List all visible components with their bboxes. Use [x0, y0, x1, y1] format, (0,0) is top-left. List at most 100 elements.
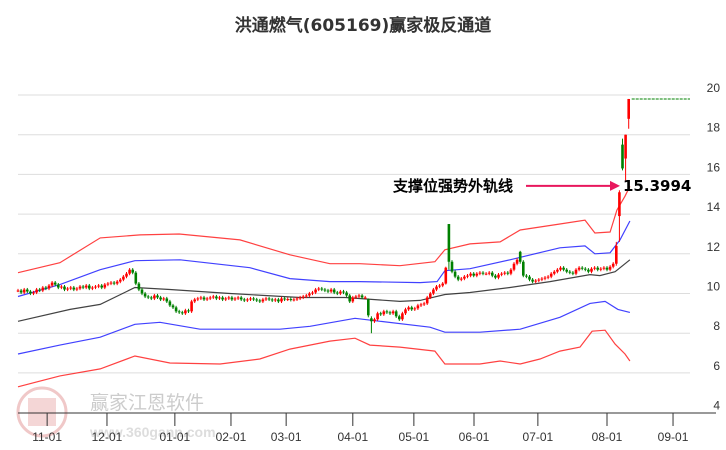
candle-body	[19, 290, 23, 293]
candle	[487, 271, 491, 276]
x-tick-label: 03-01	[271, 430, 302, 444]
candle	[255, 297, 258, 303]
candle	[370, 316, 373, 334]
candle-body	[208, 297, 212, 299]
candle	[608, 265, 612, 272]
candle-body	[199, 297, 203, 299]
candle	[522, 260, 525, 278]
candle-body	[453, 271, 457, 277]
candle-body	[168, 301, 172, 306]
candle-body	[128, 269, 131, 274]
candle	[407, 305, 410, 311]
candle-body	[494, 275, 497, 278]
candle-body	[264, 298, 268, 300]
candle	[88, 283, 91, 291]
candle	[246, 297, 249, 303]
candle-body	[274, 299, 277, 301]
annotation-label: 支撑位强势外轨线	[392, 177, 513, 195]
candle-body	[385, 311, 389, 313]
candle-body	[549, 273, 553, 277]
candle-body	[394, 311, 398, 317]
candle-body	[320, 288, 324, 290]
candle-body	[621, 144, 624, 169]
candle-body	[618, 192, 621, 217]
candle	[367, 298, 370, 318]
candle	[596, 266, 599, 272]
candle-body	[159, 297, 162, 300]
candle	[122, 275, 125, 282]
candle-body	[286, 299, 289, 301]
candle	[388, 310, 392, 315]
candle-body	[177, 311, 181, 313]
candle	[146, 294, 150, 300]
candle-body	[84, 285, 88, 288]
candle-body	[205, 298, 209, 300]
candle-body	[314, 289, 317, 293]
candle	[317, 286, 320, 292]
candle-body	[432, 289, 435, 294]
candle	[593, 266, 596, 271]
candle	[509, 268, 513, 276]
candle	[159, 295, 162, 302]
y-tick-label: 16	[707, 160, 721, 174]
candle	[339, 289, 342, 296]
candle	[301, 294, 305, 300]
candle-body	[174, 307, 178, 312]
candle	[72, 285, 76, 292]
candle-body	[497, 274, 500, 278]
candle-body	[336, 292, 339, 294]
candle	[584, 267, 587, 272]
candle	[611, 262, 615, 269]
candle-body	[580, 267, 584, 269]
y-axis: 4 6 8 10 12 14 16 18 20	[707, 81, 721, 413]
annotation-value: 15.3994	[623, 177, 691, 195]
candle-body	[370, 318, 373, 322]
candle-body	[75, 288, 79, 290]
candle-body	[215, 296, 218, 299]
y-tick-label: 4	[713, 399, 720, 413]
candle-body	[143, 293, 147, 297]
chart-title: 洪通燃气(605169)赢家极反通道	[235, 15, 492, 36]
candle-body	[608, 266, 612, 270]
candle-body	[230, 297, 234, 300]
candle	[289, 297, 293, 302]
candle	[230, 295, 234, 302]
candle	[298, 295, 302, 301]
candle-body	[301, 296, 305, 298]
candle-body	[444, 267, 448, 284]
candle-body	[44, 287, 48, 289]
candle-body	[187, 310, 190, 312]
candle	[460, 277, 463, 282]
candle-body	[171, 305, 175, 308]
candle	[543, 276, 547, 281]
candle-body	[506, 272, 510, 274]
candle	[590, 267, 593, 274]
candle	[202, 295, 206, 302]
candle-body	[277, 299, 280, 302]
candle-body	[577, 267, 581, 270]
candle	[100, 283, 103, 290]
candle	[373, 317, 376, 323]
candle-body	[246, 299, 249, 301]
candle	[494, 274, 497, 280]
candle-body	[252, 298, 255, 300]
candle	[410, 305, 413, 311]
candle	[320, 286, 324, 292]
x-tick-label: 08-01	[592, 430, 623, 444]
candle-body	[559, 267, 562, 270]
candle	[438, 283, 441, 289]
candle	[81, 284, 85, 290]
candle-body	[518, 251, 522, 262]
candle	[336, 290, 339, 296]
candle	[475, 272, 479, 278]
candle	[466, 274, 469, 279]
x-tick-label: 05-01	[399, 430, 430, 444]
candle-body	[388, 312, 392, 314]
candle	[205, 296, 209, 302]
candle-body	[348, 295, 351, 302]
candle-body	[153, 295, 156, 299]
seal-logo-square	[28, 398, 56, 426]
channel-bands	[17, 186, 631, 388]
candle	[119, 278, 122, 284]
candle	[274, 297, 277, 303]
